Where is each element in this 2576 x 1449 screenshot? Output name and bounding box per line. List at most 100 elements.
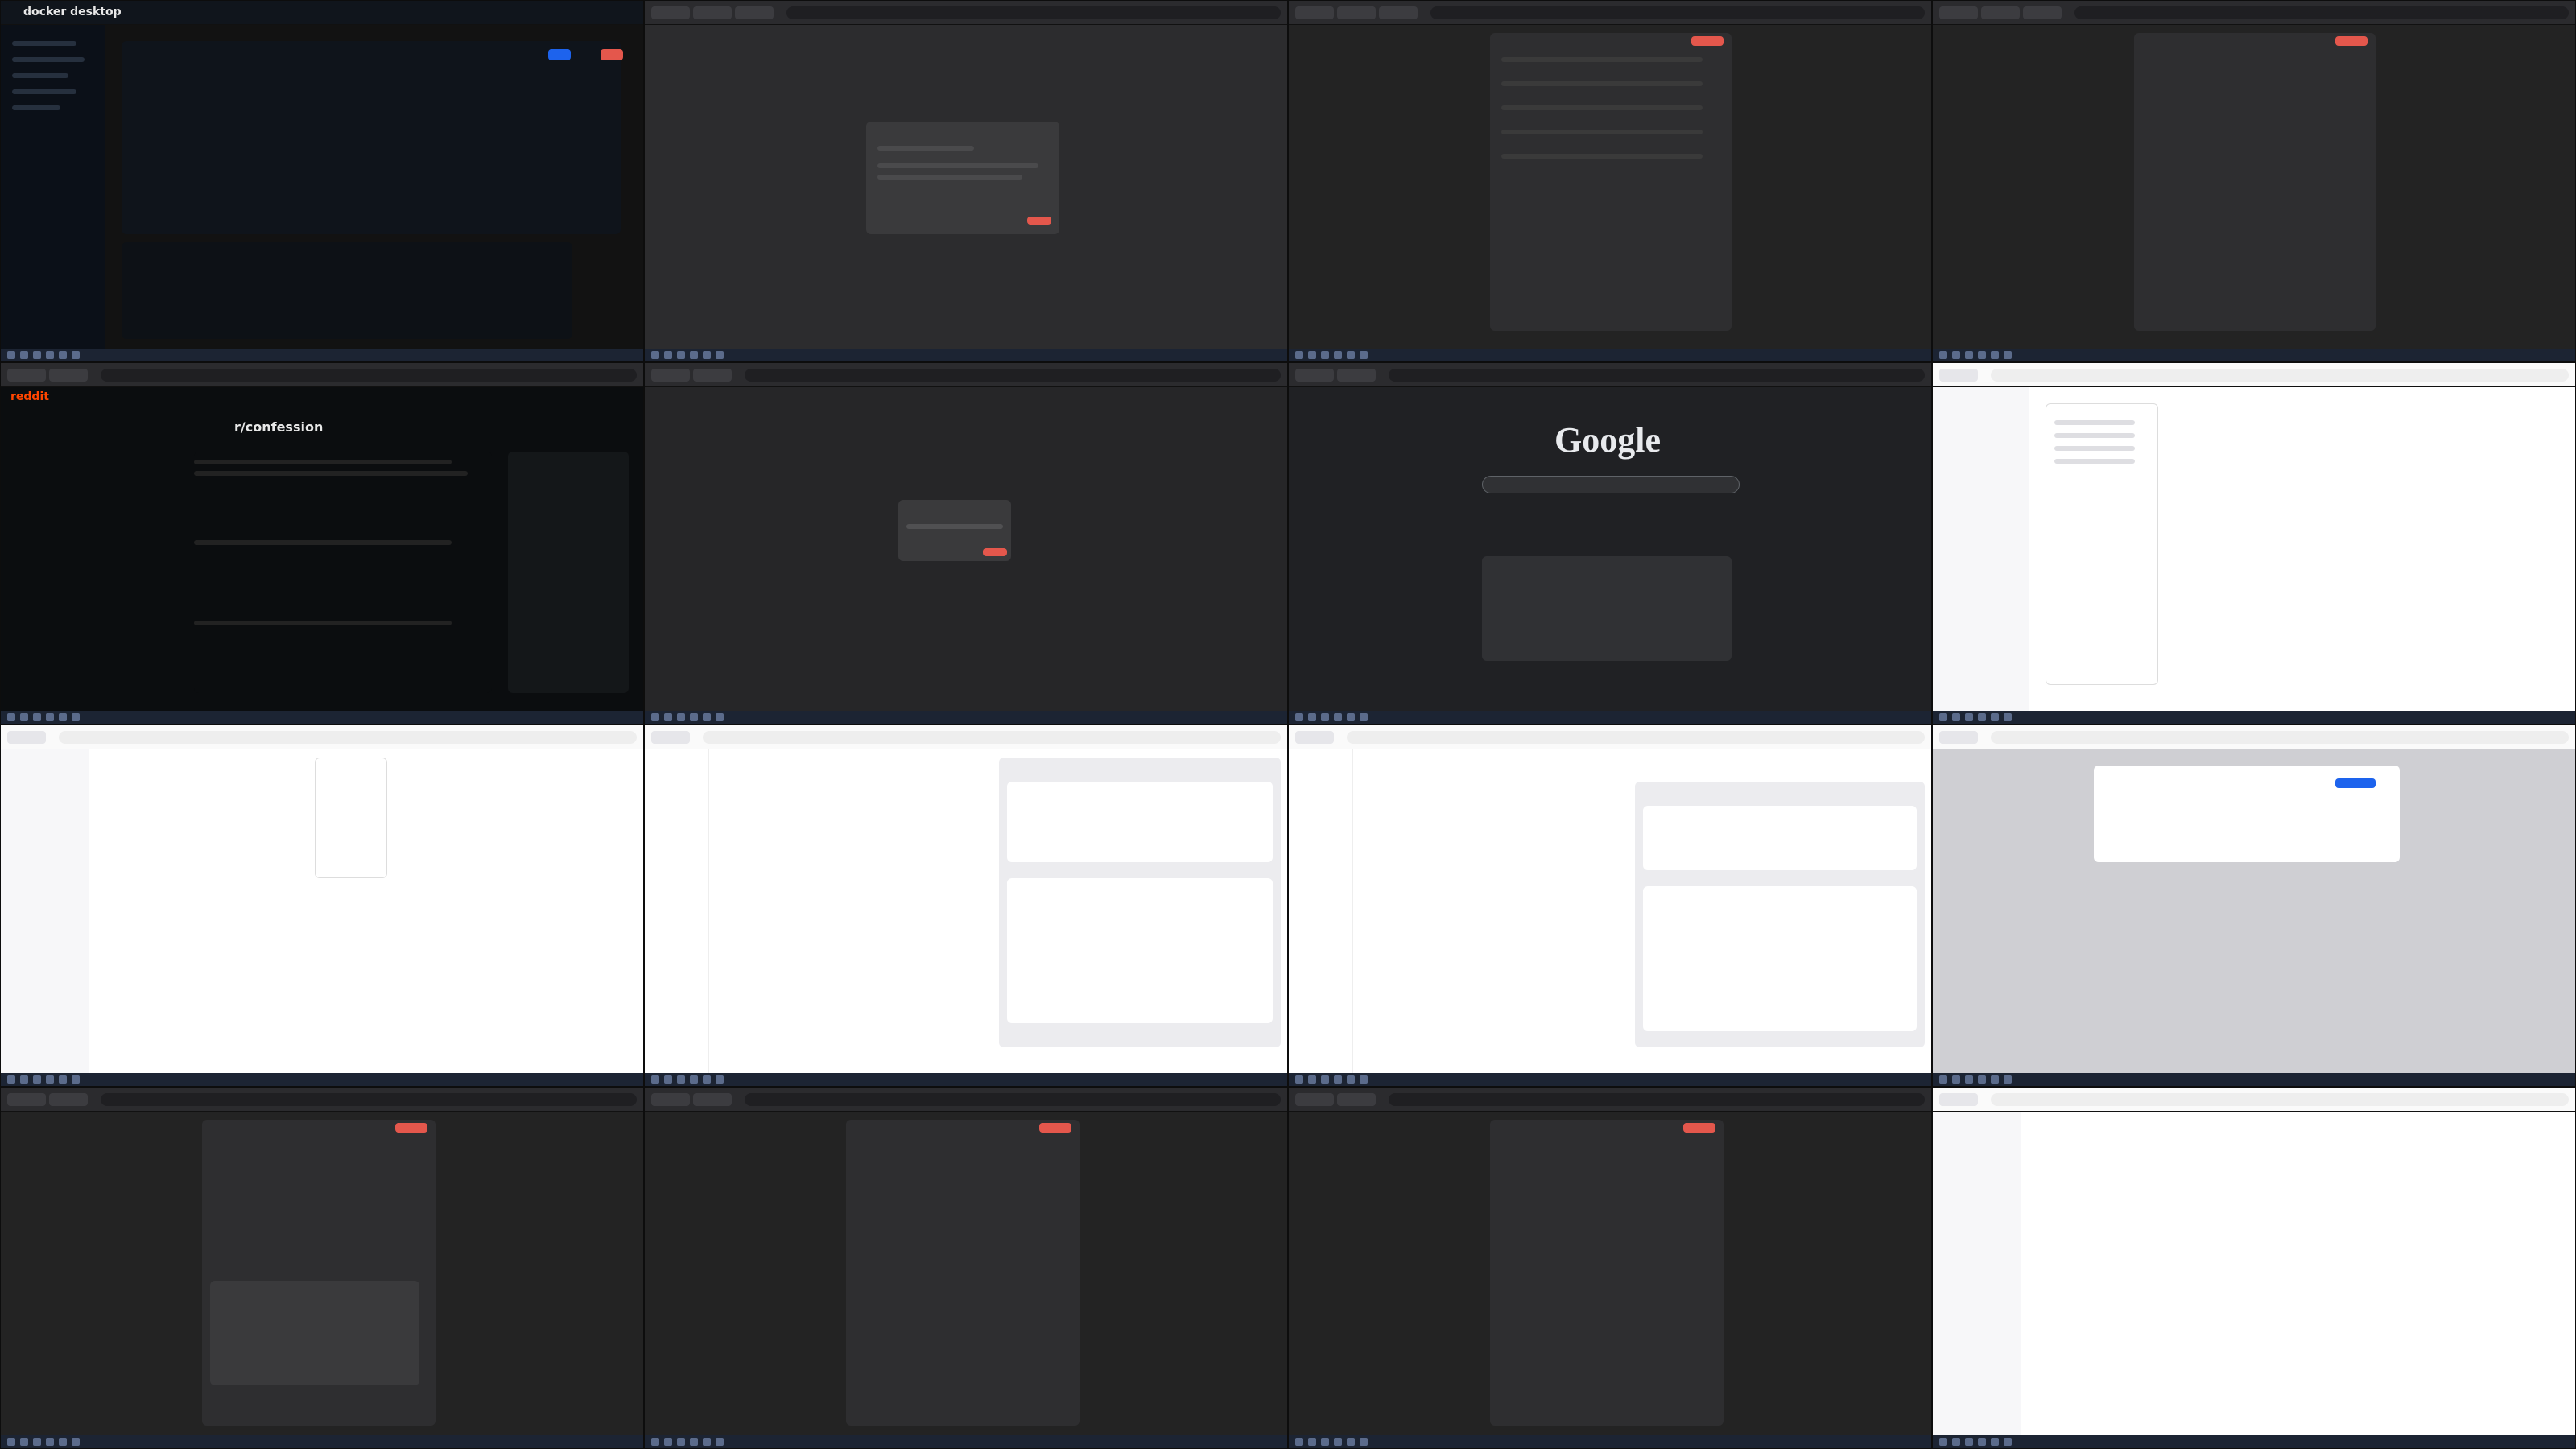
browser-chrome — [1933, 363, 2575, 387]
browser-chrome — [1289, 363, 1931, 387]
docs-nav[interactable] — [1289, 749, 1353, 1073]
google-logo: Google — [1554, 420, 1661, 460]
request-sample-panel — [1635, 782, 1925, 1047]
taskbar — [1933, 1073, 2575, 1086]
browser-chrome — [1, 363, 643, 387]
taskbar — [645, 1073, 1287, 1086]
request-sample-panel — [999, 758, 1281, 1047]
context-menu[interactable] — [315, 758, 387, 878]
screenshot-collage: docker desktop reddit r/confession Googl… — [0, 0, 2576, 1449]
parameters-panel[interactable] — [202, 1120, 436, 1426]
node-editor — [1289, 25, 1931, 349]
taskbar — [645, 711, 1287, 724]
test-step-button[interactable] — [2335, 36, 2368, 46]
baserow-body — [1933, 749, 2575, 1073]
tile-n8n-http-request — [1288, 0, 1932, 362]
docs-nav[interactable] — [645, 749, 709, 1073]
test-step-button[interactable] — [1683, 1123, 1715, 1133]
tile-baserow-api-docs — [644, 724, 1288, 1087]
taskbar — [1289, 711, 1931, 724]
docker-body: docker desktop — [1, 6, 643, 349]
taskbar — [1933, 711, 2575, 724]
taskbar — [1, 711, 643, 724]
tile-baserow-db-tokens — [1932, 724, 2576, 1087]
tile-reddit: reddit r/confession — [0, 362, 644, 724]
tile-n8n-baserow-node — [644, 1087, 1288, 1449]
docker-sidebar[interactable] — [1, 25, 105, 349]
reddit-body: reddit r/confession — [1, 387, 643, 711]
field-type-dropdown[interactable] — [2046, 403, 2158, 685]
browser-chrome — [645, 725, 1287, 749]
tile-n8n-import-curl — [644, 0, 1288, 362]
google-body: Google — [1289, 387, 1931, 711]
search-input[interactable] — [1482, 476, 1740, 493]
n8n-body — [645, 25, 1287, 349]
baserow-body — [1933, 387, 2575, 711]
test-step-button[interactable] — [395, 1123, 427, 1133]
terminal-panel[interactable] — [122, 242, 572, 339]
notification-panel — [1482, 556, 1732, 661]
taskbar — [1289, 1435, 1931, 1448]
browser-chrome — [1289, 1, 1931, 25]
test-step-button[interactable] — [1039, 1123, 1071, 1133]
parameters-panel[interactable] — [1490, 1120, 1724, 1426]
container-action-button[interactable] — [548, 49, 571, 60]
browser-chrome — [1289, 1088, 1931, 1112]
tile-n8n-method-select — [0, 1087, 644, 1449]
parameters-panel[interactable] — [846, 1120, 1080, 1426]
tile-google: Google — [1288, 362, 1932, 724]
browser-chrome — [1, 1088, 643, 1112]
n8n-body — [645, 387, 1287, 711]
baserow-body — [1, 749, 643, 1073]
docker-brand: docker desktop — [23, 6, 122, 19]
tile-n8n-baserow-node-2 — [1288, 1087, 1932, 1449]
database-tokens-modal — [2094, 766, 2400, 862]
option-dropdown[interactable] — [210, 1281, 419, 1385]
browser-chrome — [645, 363, 1287, 387]
tile-baserow-table — [0, 724, 644, 1087]
tile-baserow-grid-2 — [1932, 1087, 2576, 1449]
taskbar — [1, 1435, 643, 1448]
tile-n8n-http-output — [1932, 0, 2576, 362]
container-logs — [122, 41, 621, 234]
taskbar — [1, 349, 643, 361]
taskbar — [1933, 1435, 2575, 1448]
node-editor — [1933, 25, 2575, 349]
tile-baserow-api-docs-2 — [1288, 724, 1932, 1087]
browser-chrome — [1933, 1088, 2575, 1112]
community-info — [508, 452, 629, 693]
reddit-sidebar[interactable] — [1, 411, 89, 711]
container-delete-button[interactable] — [601, 49, 623, 60]
taskbar — [1289, 349, 1931, 361]
node-editor — [1289, 1112, 1931, 1435]
tile-docker-desktop: docker desktop — [0, 0, 644, 362]
api-docs-body — [645, 749, 1287, 1073]
parameters-panel[interactable] — [1490, 33, 1732, 331]
taskbar — [1933, 349, 2575, 361]
test-step-button[interactable] — [1691, 36, 1724, 46]
taskbar — [645, 1435, 1287, 1448]
browser-chrome — [645, 1088, 1287, 1112]
import-button[interactable] — [1027, 217, 1051, 225]
baserow-sidebar[interactable] — [1933, 387, 2029, 711]
browser-chrome — [1, 725, 643, 749]
baserow-body — [1933, 1112, 2575, 1435]
baserow-sidebar[interactable] — [1, 749, 89, 1073]
create-token-button[interactable] — [2335, 778, 2376, 788]
post-feed[interactable] — [194, 452, 492, 693]
browser-chrome — [1933, 725, 2575, 749]
rename-button[interactable] — [983, 548, 1007, 556]
browser-chrome — [645, 1, 1287, 25]
reddit-logo[interactable]: reddit — [10, 390, 49, 403]
baserow-sidebar[interactable] — [1933, 1112, 2021, 1435]
subreddit-title: r/confession — [234, 419, 324, 435]
taskbar — [1, 1073, 643, 1086]
parameters-panel[interactable] — [2134, 33, 2376, 331]
browser-chrome — [1289, 725, 1931, 749]
api-docs-body — [1289, 749, 1931, 1073]
tile-n8n-rename-node — [644, 362, 1288, 724]
taskbar — [645, 349, 1287, 361]
node-editor — [1, 1112, 643, 1435]
tile-baserow-grid — [1932, 362, 2576, 724]
node-editor — [645, 1112, 1287, 1435]
